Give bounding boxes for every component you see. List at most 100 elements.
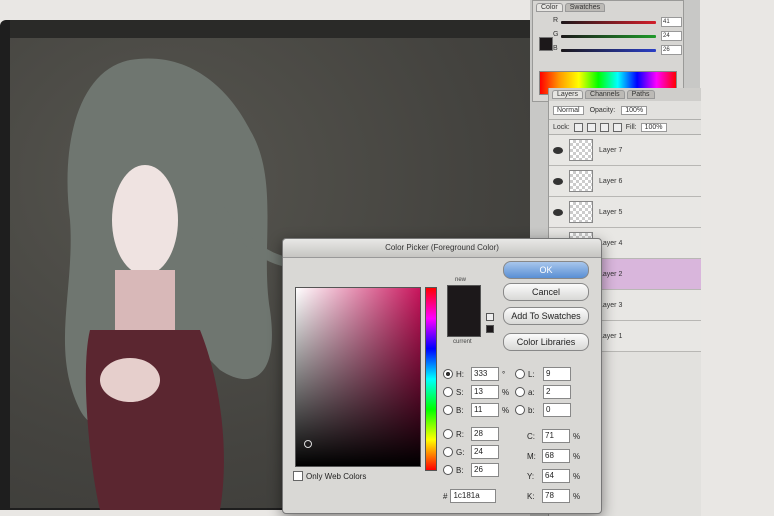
green-field[interactable]: 24 <box>471 445 499 459</box>
hue-slider[interactable] <box>425 287 437 471</box>
fill-field[interactable]: 100% <box>640 122 667 132</box>
lab-b-radio[interactable] <box>515 405 525 415</box>
tab-layers[interactable]: Layers <box>552 90 584 99</box>
lab-l-row: L: 9 <box>515 367 571 381</box>
magenta-label: M: <box>527 451 536 461</box>
lock-paint-icon[interactable] <box>586 122 596 132</box>
lab-a-row: a: 2 <box>515 385 571 399</box>
yellow-row: Y: 64 % <box>527 469 581 483</box>
hue-radio[interactable] <box>443 369 453 379</box>
tab-paths[interactable]: Paths <box>626 90 655 99</box>
slider-label-g: G <box>553 31 559 38</box>
green-label: G: <box>456 447 465 457</box>
fill-label: Fill: <box>625 123 637 131</box>
black-label: K: <box>527 491 535 501</box>
lab-b-label: b: <box>528 405 535 415</box>
yellow-field[interactable]: 64 <box>542 469 570 483</box>
layer-name: Layer 5 <box>599 208 623 216</box>
brightness-row: B: 11 % <box>443 403 510 417</box>
blue-field[interactable]: 26 <box>471 463 499 477</box>
color-field-marker[interactable] <box>304 440 312 448</box>
layer-name: Layer 3 <box>599 301 623 309</box>
dialog-title: Color Picker (Foreground Color) <box>283 239 601 258</box>
brightness-field[interactable]: 11 <box>471 403 499 417</box>
cyan-unit: % <box>573 431 581 441</box>
cancel-button[interactable]: Cancel <box>503 283 589 301</box>
layer-row[interactable]: Layer 6 <box>549 166 701 197</box>
tab-channels[interactable]: Channels <box>585 90 625 99</box>
tab-swatches[interactable]: Swatches <box>564 3 606 12</box>
green-radio[interactable] <box>443 447 453 457</box>
saturation-brightness-field[interactable] <box>295 287 421 467</box>
lab-l-label: L: <box>528 369 535 379</box>
hue-label: H: <box>456 369 464 379</box>
foreground-swatch[interactable] <box>539 37 553 51</box>
eye-icon[interactable] <box>553 208 563 216</box>
red-radio[interactable] <box>443 429 453 439</box>
black-unit: % <box>573 491 581 501</box>
slider-r[interactable] <box>561 21 656 24</box>
slider-b[interactable] <box>561 49 656 52</box>
brightness-unit: % <box>502 405 510 415</box>
blue-radio[interactable] <box>443 465 453 475</box>
lab-l-radio[interactable] <box>515 369 525 379</box>
lab-a-field[interactable]: 2 <box>543 385 571 399</box>
eye-icon[interactable] <box>553 146 563 154</box>
slider-g[interactable] <box>561 35 656 38</box>
opacity-label: Opacity: <box>589 106 616 114</box>
only-web-colors-checkbox[interactable] <box>293 471 303 481</box>
eye-icon[interactable] <box>553 177 563 185</box>
cyan-row: C: 71 % <box>527 429 581 443</box>
lab-a-radio[interactable] <box>515 387 525 397</box>
lab-b-row: b: 0 <box>515 403 571 417</box>
blue-label: B: <box>456 465 464 475</box>
color-panel: Color Swatches R 41 G 24 B 26 <box>532 0 684 102</box>
lock-position-icon[interactable] <box>599 122 609 132</box>
layer-row[interactable]: Layer 7 <box>549 135 701 166</box>
tab-color[interactable]: Color <box>536 3 563 12</box>
opacity-field[interactable]: 100% <box>621 105 648 115</box>
yellow-label: Y: <box>527 471 535 481</box>
add-to-swatches-button[interactable]: Add To Swatches <box>503 307 589 325</box>
hex-field[interactable]: 1c181a <box>450 489 497 503</box>
out-of-gamut-swatch[interactable] <box>486 325 494 333</box>
saturation-field[interactable]: 13 <box>471 385 499 399</box>
document-tab-bar <box>10 20 535 38</box>
value-r[interactable]: 41 <box>661 17 682 27</box>
color-picker-dialog: Color Picker (Foreground Color) new curr… <box>282 238 602 514</box>
lock-label: Lock: <box>553 123 570 131</box>
green-row: G: 24 <box>443 445 499 459</box>
brightness-label: B: <box>456 405 464 415</box>
brightness-radio[interactable] <box>443 405 453 415</box>
lock-all-icon[interactable] <box>612 122 622 132</box>
saturation-unit: % <box>502 387 510 397</box>
magenta-row: M: 68 % <box>527 449 581 463</box>
layer-name: Layer 7 <box>599 146 623 154</box>
layer-name: Layer 1 <box>599 332 623 340</box>
cyan-field[interactable]: 71 <box>542 429 570 443</box>
blue-row: B: 26 <box>443 463 499 477</box>
lab-b-field[interactable]: 0 <box>543 403 571 417</box>
lab-l-field[interactable]: 9 <box>543 367 571 381</box>
saturation-row: S: 13 % <box>443 385 510 399</box>
hue-row: H: 333 ° <box>443 367 510 381</box>
layer-thumbnail <box>569 139 593 161</box>
black-field[interactable]: 78 <box>542 489 570 503</box>
saturation-radio[interactable] <box>443 387 453 397</box>
value-g[interactable]: 24 <box>661 31 682 41</box>
slider-label-b: B <box>553 45 558 52</box>
color-libraries-button[interactable]: Color Libraries <box>503 333 589 351</box>
value-b[interactable]: 26 <box>661 45 682 55</box>
blend-mode-select[interactable]: Normal <box>553 105 584 115</box>
hue-field[interactable]: 333 <box>471 367 499 381</box>
web-safe-cube-icon[interactable] <box>486 313 494 321</box>
layer-thumbnail <box>569 201 593 223</box>
layer-row[interactable]: Layer 5 <box>549 197 701 228</box>
hex-label: # <box>443 491 448 501</box>
red-field[interactable]: 28 <box>471 427 499 441</box>
layer-thumbnail <box>569 170 593 192</box>
lock-transparency-icon[interactable] <box>573 122 583 132</box>
magenta-field[interactable]: 68 <box>542 449 570 463</box>
ok-button[interactable]: OK <box>503 261 589 279</box>
magenta-unit: % <box>573 451 581 461</box>
